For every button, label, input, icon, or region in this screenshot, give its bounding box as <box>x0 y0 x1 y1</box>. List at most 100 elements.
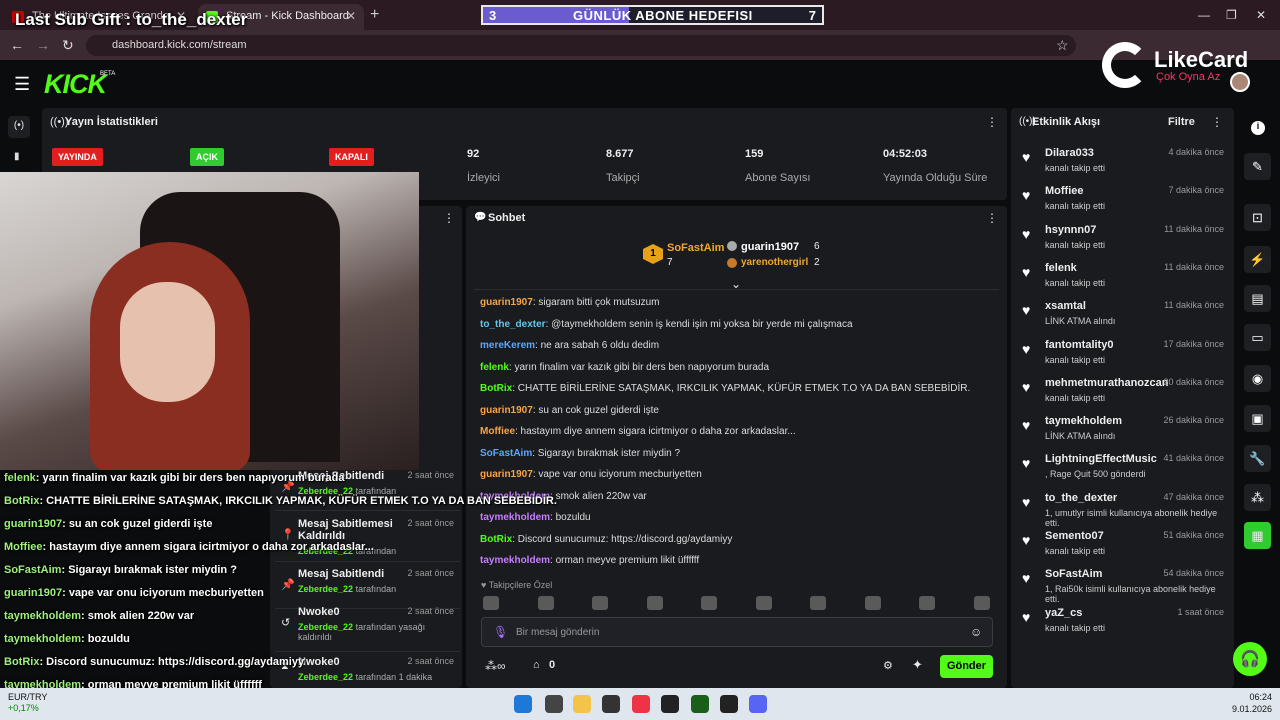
reload-icon[interactable]: ↻ <box>62 37 74 54</box>
app-icon[interactable]: ▦ <box>1244 522 1271 549</box>
top-gifter-3-name[interactable]: yarenothergirl <box>741 257 808 268</box>
emote-icon[interactable] <box>483 596 499 610</box>
stats-menu-icon[interactable]: ⋮ <box>986 115 998 129</box>
event-user[interactable]: to_the_dexter <box>1045 492 1117 504</box>
event-item: ♥ LightningEffectMusic , Rage Quit 500 gön… <box>1019 453 1224 489</box>
lightning-icon[interactable]: ⚡ <box>1244 246 1271 273</box>
event-desc: kanalı takip etti <box>1045 163 1106 173</box>
chat-divider <box>474 289 999 290</box>
maximize-icon[interactable]: ❐ <box>1226 8 1237 22</box>
emote-icon[interactable] <box>810 596 826 610</box>
event-user[interactable]: LightningEffectMusic <box>1045 453 1157 465</box>
back-icon[interactable]: ← <box>10 37 24 53</box>
search-icon[interactable] <box>545 695 563 713</box>
event-user[interactable]: Dilara033 <box>1045 147 1094 159</box>
discord-icon[interactable] <box>749 695 767 713</box>
event-user[interactable]: SoFastAim <box>1045 568 1102 580</box>
event-user[interactable]: fantomtality0 <box>1045 339 1113 351</box>
chat-username[interactable]: Moffiee <box>480 426 515 437</box>
chat-username[interactable]: mereKerem <box>480 340 535 351</box>
event-user[interactable]: yaZ_cs <box>1045 607 1082 619</box>
file-explorer-icon[interactable] <box>573 695 591 713</box>
filter-button[interactable]: Filtre <box>1168 116 1195 128</box>
app-g-icon[interactable] <box>661 695 679 713</box>
channel-points-icon[interactable]: ⁂∞ <box>485 659 506 673</box>
chat-message: Moffiee: hastayım diye annem sigara icir… <box>480 426 796 437</box>
chat-username[interactable]: felenk <box>480 362 509 373</box>
obs-icon[interactable] <box>602 695 620 713</box>
chat-username[interactable]: guarin1907 <box>480 469 533 480</box>
event-user[interactable]: xsamtal <box>1045 300 1086 312</box>
chat-username[interactable]: guarin1907 <box>480 297 533 308</box>
overlay-chat-line: taymekholdem: bozuldu <box>4 633 130 645</box>
overlay-chat-text: : bozuldu <box>81 633 130 645</box>
webcam-video <box>0 172 419 470</box>
bookmark-star-icon[interactable]: ☆ <box>1056 37 1069 54</box>
activity-menu-icon[interactable]: ⋮ <box>1211 115 1223 129</box>
minimize-icon[interactable]: — <box>1198 8 1210 22</box>
event-user[interactable]: felenk <box>1045 262 1077 274</box>
chat-username[interactable]: taymekholdem <box>480 512 550 523</box>
emote-icon[interactable] <box>864 596 881 610</box>
emote-icon[interactable] <box>592 596 608 610</box>
emote-icon[interactable] <box>537 596 554 610</box>
edit-icon[interactable]: ✎ <box>1244 153 1271 180</box>
event-user[interactable]: hsynnn07 <box>1045 224 1096 236</box>
chat-settings-icon[interactable]: ⚙ <box>883 659 893 672</box>
chat-message: felenk: yarın finalim var kazık gibi bir… <box>480 362 769 373</box>
url-field[interactable]: dashboard.kick.com/stream <box>86 35 1076 56</box>
connections-icon[interactable]: ⁂ <box>1244 484 1271 511</box>
camera-icon[interactable]: ⊡ <box>1244 204 1271 231</box>
hamburger-menu-icon[interactable]: ☰ <box>14 74 30 95</box>
new-tab-icon[interactable]: + <box>370 6 379 24</box>
emote-icon[interactable] <box>919 596 935 610</box>
overlay-chat-user: guarin1907 <box>4 587 63 599</box>
overlay-chat-user: Moffiee <box>4 541 43 553</box>
modlog-menu-icon[interactable]: ⋮ <box>443 211 455 225</box>
chat-username[interactable]: BotRix <box>480 383 512 394</box>
chat-username[interactable]: to_the_dexter <box>480 319 546 330</box>
app-green-icon[interactable] <box>691 695 709 713</box>
app-g2-icon[interactable] <box>720 695 738 713</box>
event-time: 1 saat önce <box>1177 606 1224 617</box>
wrench-icon[interactable]: 🔧 <box>1244 445 1271 472</box>
broadcast-rail-icon[interactable]: ◉ <box>1244 365 1271 392</box>
stats-icon[interactable]: ▮ <box>14 151 20 162</box>
chat-username[interactable]: taymekholdem <box>480 555 550 566</box>
support-headset-icon[interactable]: 🎧 <box>1233 642 1267 676</box>
event-user[interactable]: Moffiee <box>1045 185 1084 197</box>
windows-start-icon[interactable] <box>514 695 532 713</box>
chat-username[interactable]: BotRix <box>480 534 512 545</box>
top-gifter-2-name[interactable]: guarin1907 <box>741 241 799 253</box>
emote-icon[interactable] <box>646 596 663 610</box>
broadcast-icon[interactable]: (•) <box>8 116 30 138</box>
top-gifter-1-name[interactable]: SoFastAim <box>667 242 724 254</box>
emote-picker-icon[interactable]: ✦ <box>912 657 923 673</box>
chat-message: guarin1907: vape var onu iciyorum mecbur… <box>480 469 702 480</box>
uptime-value: 04:52:03 <box>883 148 928 160</box>
emoji-icon[interactable]: ☺ <box>970 625 982 639</box>
chat-menu-icon[interactable]: ⋮ <box>986 211 998 225</box>
chrome-icon[interactable] <box>632 695 650 713</box>
chat-bubble-icon[interactable]: ▭ <box>1244 324 1271 351</box>
emote-icon[interactable] <box>973 596 990 610</box>
event-user[interactable]: mehmetmurathanozcan <box>1045 377 1168 389</box>
close-tab-icon[interactable]: ✕ <box>346 9 356 23</box>
event-user[interactable]: Semento07 <box>1045 530 1104 542</box>
layout-icon[interactable]: ▣ <box>1244 405 1271 432</box>
kick-logo[interactable]: KICK <box>44 69 107 100</box>
chat-username[interactable]: guarin1907 <box>480 405 533 416</box>
chat-username[interactable]: SoFastAim <box>480 448 532 459</box>
forward-icon[interactable]: → <box>36 37 50 53</box>
microphone-icon[interactable]: 🎙 <box>493 625 508 639</box>
event-item: ♥ Moffiee kanalı takip etti 7 dakika önce <box>1019 185 1224 221</box>
gift-shop-icon[interactable]: ⌂ <box>533 659 540 671</box>
emote-icon[interactable] <box>701 596 717 610</box>
notes-icon[interactable]: ▤ <box>1244 285 1271 312</box>
window-close-icon[interactable]: ✕ <box>1256 8 1266 22</box>
event-user[interactable]: taymekholdem <box>1045 415 1122 427</box>
send-button[interactable]: Gönder <box>940 655 993 678</box>
emote-icon[interactable] <box>755 596 772 610</box>
avatar[interactable] <box>1230 72 1250 92</box>
info-icon[interactable]: i <box>1251 121 1265 135</box>
